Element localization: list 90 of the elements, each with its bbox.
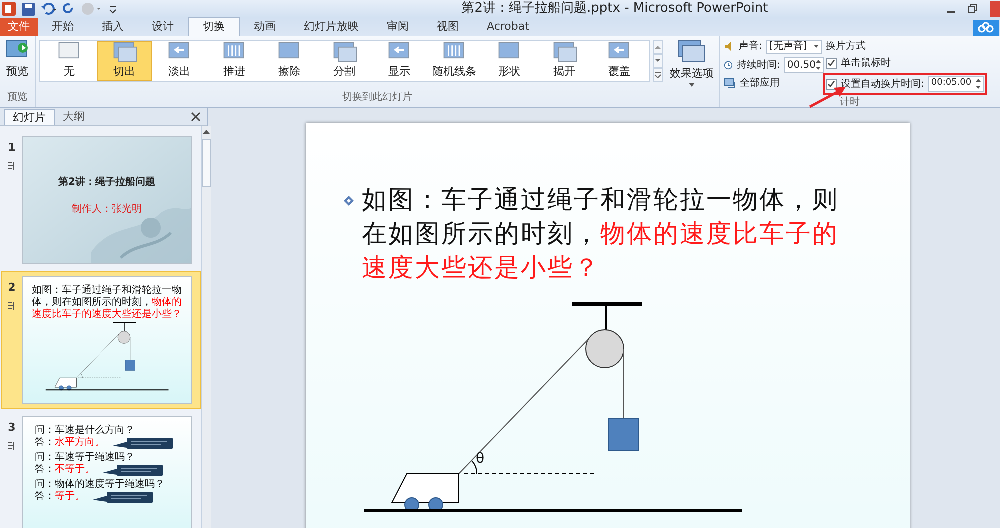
slide-thumbnail-frame[interactable]: 3 问：车速是什么方向？ 答：水平方向。 问：车速等于绳速吗？ 答：不等于。 问：物体的速度等于绳速吗？ 答：等于。	[1, 411, 201, 528]
redo-icon[interactable]	[63, 3, 75, 15]
slide-number: 3	[8, 420, 16, 436]
ribbon-tab[interactable]: Acrobat	[473, 18, 544, 36]
slide-thumbnail[interactable]: 问：车速是什么方向？ 答：水平方向。 问：车速等于绳速吗？ 答：不等于。 问：物体的速度等于绳速吗？ 答：等于。	[22, 416, 192, 528]
transition-option[interactable]: 形状	[482, 41, 537, 81]
window-title: 第2讲：绳子拉船问题.pptx - Microsoft PowerPoint	[460, 0, 770, 18]
slide-text: 如图：车子通过绳子和滑轮拉一物体，则在如图所示的时刻，物体的速度比车子的速度大些还是小些？	[32, 285, 182, 321]
gallery-down-button[interactable]	[653, 54, 663, 68]
bullet-icon	[344, 196, 354, 206]
preview-button[interactable]: 预览	[6, 36, 30, 80]
slide-number: 1	[8, 140, 16, 156]
spinner-arrows-icon	[816, 60, 821, 70]
question-text: 问：物体的速度等于绳速吗？	[35, 479, 166, 491]
group-label: 预览	[8, 91, 28, 105]
customize-toolbar-icon[interactable]	[109, 4, 117, 14]
transition-option[interactable]: 随机线条	[427, 41, 482, 81]
duration-label: 持续时间:	[736, 58, 780, 72]
transition-option[interactable]: 显示	[372, 41, 427, 81]
angle-label: θ	[476, 450, 485, 469]
question-text: 问：车速等于绳速吗？	[35, 452, 136, 464]
duration-spinner[interactable]: 00.50	[784, 57, 824, 73]
close-icon[interactable]	[191, 112, 201, 122]
checkbox[interactable]	[826, 58, 837, 69]
up-arrow-icon	[654, 44, 662, 50]
undo-icon[interactable]	[41, 3, 57, 15]
down-arrow-icon	[654, 58, 662, 64]
slide-subtitle: 制作人：张光明	[72, 202, 142, 217]
answer-text: 答：不等于。	[35, 464, 95, 476]
scroll-up-icon[interactable]	[203, 129, 210, 134]
slide-thumbnail[interactable]: 如图：车子通过绳子和滑轮拉一物体，则在如图所示的时刻，物体的速度比车子的速度大些还是小些？	[22, 276, 192, 404]
caret-icon	[689, 82, 695, 86]
cloud-icon[interactable]	[973, 20, 999, 36]
group-label: 计时	[840, 96, 860, 110]
transition-marker-icon	[7, 300, 17, 310]
sound-dropdown[interactable]: [无声音]	[766, 40, 822, 54]
clock-icon	[724, 60, 733, 70]
scrollbar-thumb[interactable]	[202, 139, 211, 187]
caret-icon	[814, 45, 820, 48]
apply-all-icon	[724, 78, 736, 89]
transition-marker-icon	[7, 160, 17, 170]
advance-time-spinner[interactable]: 00:05.00	[928, 76, 984, 92]
transition-option[interactable]: 推进	[207, 41, 262, 81]
transition-option[interactable]: 分割	[317, 41, 372, 81]
transition-option[interactable]: 无	[42, 41, 97, 81]
ribbon-tab[interactable]: 动画	[240, 18, 290, 36]
sound-label: 声音:	[739, 40, 762, 54]
spinner-arrows-icon	[976, 79, 981, 89]
group-label: 切换到此幻灯片	[342, 90, 412, 105]
expand-icon	[654, 72, 662, 78]
ribbon-tab[interactable]: 切换	[188, 17, 240, 36]
transition-marker-icon	[7, 440, 17, 450]
callout-icon	[103, 464, 163, 476]
ribbon-tab[interactable]: 开始	[38, 18, 88, 36]
question-text: 问：车速是什么方向？	[35, 425, 136, 436]
answer-text: 答：水平方向。	[35, 437, 105, 449]
slide-number: 2	[8, 280, 16, 296]
ribbon-tab[interactable]: 文件	[0, 18, 38, 36]
apply-all-button[interactable]: 全部应用	[724, 76, 824, 91]
checkbox[interactable]	[826, 78, 837, 90]
effect-options-button[interactable]: 效果选项	[670, 40, 714, 86]
slide-title: 第2讲：绳子拉船问题	[58, 176, 156, 190]
ribbon-tab[interactable]: 审阅	[373, 18, 423, 36]
transition-option[interactable]: 覆盖	[592, 41, 647, 81]
ribbon-tab[interactable]: 设计	[138, 18, 188, 36]
answer-text: 答：等于。	[35, 491, 85, 503]
ribbon-tab[interactable]: 视图	[423, 18, 473, 36]
transition-option[interactable]: 切出	[97, 41, 152, 81]
transition-option[interactable]: 揭开	[537, 41, 592, 81]
transition-option[interactable]: 淡出	[152, 41, 207, 81]
pane-tab[interactable]: 大纲	[55, 109, 93, 125]
callout-icon	[113, 438, 173, 448]
pane-tab[interactable]: 幻灯片	[4, 109, 55, 125]
slide-body-text: 如图：车子通过绳子和滑轮拉一物体，则在如图所示的时刻，物体的速度比车子的速度大些还是小些？	[362, 184, 840, 284]
checkbox-label: 设置自动换片时间:	[841, 78, 924, 92]
slide-thumbnail-frame[interactable]: 2 如图：车子通过绳子和滑轮拉一物体，则在如图所示的时刻，物体的速度比车子的速度大些还是小些？	[1, 271, 201, 409]
save-icon[interactable]	[22, 2, 35, 16]
transition-option[interactable]: 擦除	[262, 41, 317, 81]
checkbox-label: 单击鼠标时	[841, 56, 891, 71]
gallery-up-button[interactable]	[653, 40, 663, 54]
gallery-more-button[interactable]	[653, 68, 663, 82]
restore-icon[interactable]	[968, 4, 978, 14]
ribbon-tab[interactable]: 插入	[88, 18, 138, 36]
app-logo-icon	[2, 2, 16, 16]
callout-icon	[93, 492, 153, 502]
ribbon-tab[interactable]: 幻灯片放映	[290, 18, 373, 36]
slide-thumbnail-frame[interactable]: 1 第2讲：绳子拉船问题 制作人：张光明	[1, 131, 201, 269]
scrollbar[interactable]	[201, 126, 211, 528]
slide-thumbnail[interactable]: 第2讲：绳子拉船问题 制作人：张光明	[22, 136, 192, 264]
advance-slide-heading: 换片方式	[826, 40, 867, 54]
